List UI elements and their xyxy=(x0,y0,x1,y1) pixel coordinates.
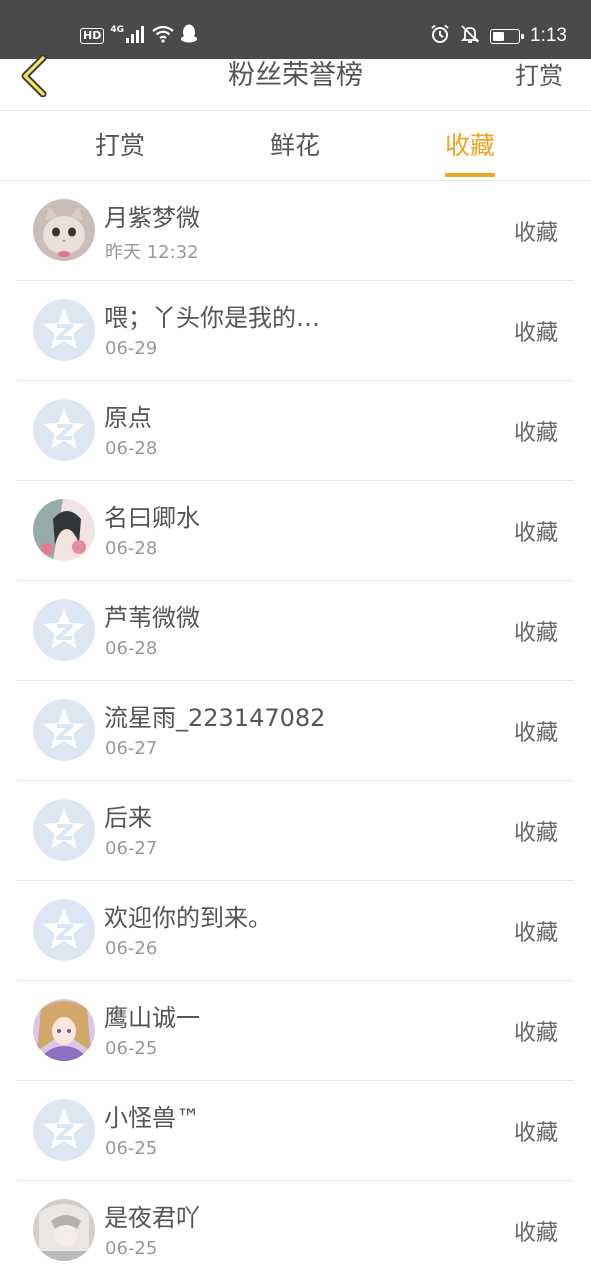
fan-row[interactable]: 流星雨_223147082 06-27 收藏 xyxy=(17,681,574,781)
fan-row[interactable]: 喂；丫头你是我的… 06-29 收藏 xyxy=(17,281,574,381)
fan-row[interactable]: 芦苇微微 06-28 收藏 xyxy=(17,581,574,681)
fan-name: 欢迎你的到来。 xyxy=(104,904,272,932)
page-title: 粉丝荣誉榜 xyxy=(228,60,363,91)
fan-row[interactable]: 是夜君吖 06-25 收藏 xyxy=(17,1181,574,1280)
tab-reward[interactable]: 打赏 xyxy=(95,111,145,181)
fan-name: 芦苇微微 xyxy=(104,604,200,632)
wifi-icon xyxy=(152,25,174,47)
fan-date: 06-28 xyxy=(105,638,158,659)
status-bar: HD 4G 1:13 xyxy=(0,0,591,59)
fan-row[interactable]: 后来 06-27 收藏 xyxy=(17,781,574,881)
clock: 1:13 xyxy=(530,25,567,46)
fan-action-label: 收藏 xyxy=(513,621,558,646)
tab-label: 鲜花 xyxy=(269,131,321,160)
avatar[interactable] xyxy=(33,1099,95,1161)
fan-name: 是夜君吖 xyxy=(104,1204,200,1232)
fan-action-label: 收藏 xyxy=(513,721,558,746)
fan-date: 06-29 xyxy=(105,338,158,359)
fan-date: 06-28 xyxy=(105,538,158,559)
fan-row[interactable]: 原点 06-28 收藏 xyxy=(17,381,574,481)
battery-level xyxy=(493,31,504,41)
avatar[interactable] xyxy=(33,999,95,1061)
fan-list: 月紫梦微 昨天 12:32 收藏 喂；丫头你是我的… 06-29 收藏 原点 06-28 收藏名… xyxy=(0,181,591,1280)
tab-label: 收藏 xyxy=(444,131,496,160)
avatar[interactable] xyxy=(33,399,95,461)
fan-action-label: 收藏 xyxy=(513,821,558,846)
network-type: 4G xyxy=(110,25,124,35)
fan-action-label: 收藏 xyxy=(513,221,558,246)
fan-name: 喂；丫头你是我的… xyxy=(104,304,320,332)
hd-badge: HD xyxy=(80,28,105,44)
avatar[interactable] xyxy=(33,599,95,661)
reward-button[interactable]: 打赏 xyxy=(515,59,563,93)
status-bar-right: 1:13 xyxy=(430,24,567,48)
avatar[interactable] xyxy=(33,699,95,761)
fan-name: 后来 xyxy=(104,804,152,832)
avatar[interactable] xyxy=(33,499,95,561)
battery-icon xyxy=(490,28,525,44)
fan-date: 06-25 xyxy=(105,1038,158,1059)
fan-action-label: 收藏 xyxy=(513,321,558,346)
fan-action-label: 收藏 xyxy=(513,421,558,446)
avatar[interactable] xyxy=(33,799,95,861)
fan-row[interactable]: 名曰卿水 06-28 收藏 xyxy=(17,481,574,581)
fan-name: 小怪兽™ xyxy=(104,1104,200,1132)
app-header: 粉丝荣誉榜 打赏 xyxy=(0,55,591,111)
fan-date: 06-26 xyxy=(105,938,158,959)
avatar[interactable] xyxy=(33,299,95,361)
status-bar-left: HD 4G xyxy=(80,24,198,48)
fan-row[interactable]: 鹰山诚一 06-25 收藏 xyxy=(17,981,574,1081)
tab-bar: 打赏 鲜花 收藏 xyxy=(0,111,591,181)
fan-name: 鹰山诚一 xyxy=(104,1004,200,1032)
fan-action-label: 收藏 xyxy=(513,1221,558,1246)
tab-flowers[interactable]: 鲜花 xyxy=(270,111,320,181)
qq-icon xyxy=(180,24,198,48)
fan-name: 原点 xyxy=(104,404,152,432)
avatar[interactable] xyxy=(33,899,95,961)
avatar[interactable] xyxy=(33,199,95,261)
fan-name: 名曰卿水 xyxy=(104,504,200,532)
fan-row[interactable]: 月紫梦微昨天 12:32 收藏 xyxy=(17,181,574,281)
tab-indicator xyxy=(444,173,496,177)
tab-label: 打赏 xyxy=(94,131,146,160)
signal-icon xyxy=(126,25,146,47)
fan-action-label: 收藏 xyxy=(513,1121,558,1146)
tab-favorites[interactable]: 收藏 xyxy=(444,111,496,181)
fan-date: 06-25 xyxy=(105,1238,158,1259)
fan-name: 月紫梦微 xyxy=(104,204,200,232)
fan-row[interactable]: 小怪兽™ 06-25 收藏 xyxy=(17,1081,574,1181)
fan-action-label: 收藏 xyxy=(513,521,558,546)
avatar[interactable] xyxy=(33,1199,95,1261)
fan-row[interactable]: 欢迎你的到来。 06-26 收藏 xyxy=(17,881,574,981)
fan-action-label: 收藏 xyxy=(513,1021,558,1046)
notifications-off-icon xyxy=(460,24,480,48)
fan-date: 06-27 xyxy=(105,838,158,859)
fan-name: 流星雨_223147082 xyxy=(104,704,326,732)
alarm-icon xyxy=(430,24,450,48)
fan-date: 06-28 xyxy=(105,438,158,459)
fan-date: 昨天 12:32 xyxy=(105,242,199,263)
fan-action-label: 收藏 xyxy=(513,921,558,946)
fan-date: 06-27 xyxy=(105,738,158,759)
fan-date: 06-25 xyxy=(105,1138,158,1159)
